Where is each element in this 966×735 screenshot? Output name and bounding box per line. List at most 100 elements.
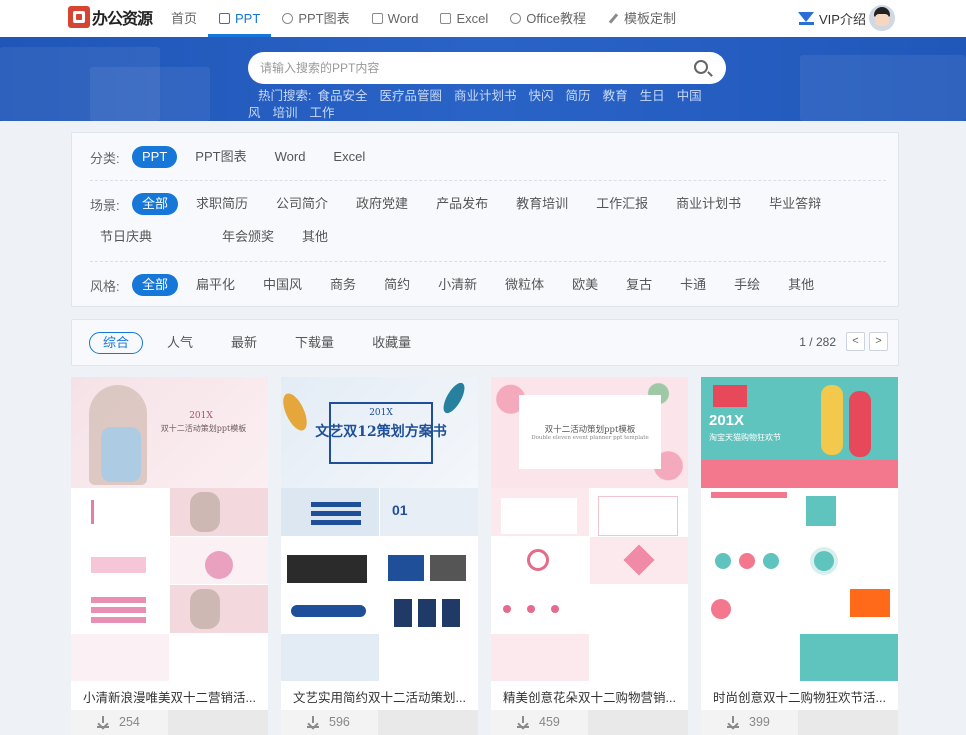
hot-term[interactable]: 生日 [640, 89, 665, 103]
scene-option[interactable]: 其他 [292, 226, 338, 248]
hot-term[interactable]: 食品安全 [317, 89, 367, 103]
scene-option[interactable]: 年会颁奖 [212, 226, 284, 248]
slide-preview [800, 536, 898, 584]
illustration-figure [849, 391, 871, 457]
slide-preview [491, 585, 589, 633]
page-indicator: 1 / 282 [799, 334, 836, 349]
nav-excel[interactable]: Excel [429, 0, 499, 37]
hot-term[interactable]: 工作 [310, 106, 335, 120]
hot-term[interactable]: 医疗品管圈 [380, 89, 443, 103]
slide-preview [491, 633, 589, 681]
nav-custom-template-label: 模板定制 [623, 11, 676, 26]
card-footer: 254 [71, 710, 268, 735]
sort-option[interactable]: 人气 [153, 332, 207, 354]
template-card[interactable]: 201X 淘宝天猫购物狂欢节 时尚创意双十二购物狂欢节活... 399 [701, 377, 898, 735]
scene-option[interactable]: 教育培训 [506, 193, 578, 215]
nav-office-tutorial[interactable]: Office教程 [499, 0, 597, 37]
scene-option[interactable]: 政府党建 [346, 193, 418, 215]
hot-term[interactable]: 培训 [273, 106, 298, 120]
template-title[interactable]: 精美创意花朵双十二购物营销... [503, 687, 678, 706]
scene-option[interactable]: 公司简介 [266, 193, 338, 215]
nav-ppt[interactable]: PPT [208, 0, 272, 37]
thumbnail-cover: 201X 文艺双12策划方案书 [281, 377, 478, 488]
style-option[interactable]: 扁平化 [186, 274, 245, 296]
scene-option[interactable]: 求职简历 [186, 193, 258, 215]
sort-options: 综合 人气 最新 下载量 收藏量 [89, 332, 435, 354]
slide-preview [590, 633, 688, 681]
style-option[interactable]: 欧美 [562, 274, 608, 296]
search-icon[interactable] [694, 60, 708, 74]
category-option[interactable]: PPT [132, 146, 178, 168]
hot-term[interactable]: 教育 [603, 89, 628, 103]
nav-ppt-chart-label: PPT图表 [298, 11, 350, 26]
scene-option[interactable]: 全部 [132, 193, 179, 215]
brand-logo[interactable]: 办公资源 [68, 5, 153, 29]
hot-term[interactable]: 商业计划书 [454, 89, 517, 103]
pagination: 1 / 282 < > [799, 332, 888, 351]
download-count: 254 [119, 715, 140, 729]
user-avatar[interactable] [869, 5, 895, 31]
footer-panel [378, 710, 478, 735]
style-option[interactable]: 商务 [320, 274, 366, 296]
template-thumbnail[interactable]: 201X 淘宝天猫购物狂欢节 [701, 377, 898, 681]
template-thumbnail[interactable]: 201X 双十二活动策划ppt模板 [71, 377, 268, 681]
scene-option[interactable]: 产品发布 [426, 193, 498, 215]
scene-option[interactable]: 工作汇报 [586, 193, 658, 215]
style-option[interactable]: 中国风 [253, 274, 312, 296]
vip-link[interactable]: VIP介绍 [798, 0, 866, 37]
scene-option[interactable]: 商业计划书 [666, 193, 751, 215]
style-option[interactable]: 小清新 [428, 274, 487, 296]
sort-option[interactable]: 综合 [89, 332, 144, 354]
style-option[interactable]: 复古 [616, 274, 662, 296]
scene-option[interactable]: 毕业答辩 [759, 193, 831, 215]
nav-home[interactable]: 首页 [160, 0, 208, 37]
slide-preview [590, 585, 688, 633]
template-title[interactable]: 时尚创意双十二购物狂欢节活... [713, 687, 888, 706]
ppt-icon [219, 13, 231, 24]
style-option[interactable]: 手绘 [724, 274, 770, 296]
template-title[interactable]: 文艺实用简约双十二活动策划... [293, 687, 468, 706]
download-icon [97, 716, 109, 728]
template-thumbnail[interactable]: 201X 文艺双12策划方案书 01 [281, 377, 478, 681]
download-icon [307, 716, 319, 728]
download-count: 459 [539, 715, 560, 729]
category-option[interactable]: PPT图表 [185, 146, 256, 168]
cover-heading: 201X [189, 411, 213, 421]
style-option[interactable]: 简约 [374, 274, 420, 296]
template-thumbnail[interactable]: 双十二活动策划ppt模板 Double eleven event planner… [491, 377, 688, 681]
scene-option[interactable]: 节日庆典 [90, 226, 162, 248]
category-option[interactable]: Word [265, 146, 316, 168]
search-input[interactable] [260, 52, 680, 84]
template-title[interactable]: 小清新浪漫唯美双十二营销活... [83, 687, 258, 706]
nav-word[interactable]: Word [361, 0, 430, 37]
style-option[interactable]: 微粒体 [495, 274, 554, 296]
slide-preview [71, 585, 169, 633]
style-option[interactable]: 全部 [132, 274, 179, 296]
sort-option[interactable]: 收藏量 [358, 332, 425, 354]
cover-heading: 201X [709, 412, 745, 429]
slide-previews: 01 [281, 488, 478, 681]
cover-subtitle: 双十二活动策划ppt模板 [160, 424, 247, 433]
template-card[interactable]: 双十二活动策划ppt模板 Double eleven event planner… [491, 377, 688, 735]
category-option[interactable]: Excel [323, 146, 375, 168]
sort-option[interactable]: 下载量 [281, 332, 348, 354]
nav-home-label: 首页 [171, 11, 198, 26]
search-banner: 热门搜索:食品安全医疗品管圈商业计划书快闪简历教育生日中国风培训工作 [0, 37, 966, 121]
card-footer: 399 [701, 710, 898, 735]
slide-preview [590, 536, 688, 584]
sort-option[interactable]: 最新 [217, 332, 271, 354]
template-card[interactable]: 201X 文艺双12策划方案书 01 文艺实用简约双十二活动策划... 596 [281, 377, 478, 735]
style-option[interactable]: 卡通 [670, 274, 716, 296]
hot-term[interactable]: 简历 [566, 89, 591, 103]
nav-ppt-chart[interactable]: PPT图表 [271, 0, 360, 37]
style-option[interactable]: 其他 [778, 274, 824, 296]
slide-preview [281, 585, 379, 633]
hot-term[interactable]: 快闪 [529, 89, 554, 103]
template-card[interactable]: 201X 双十二活动策划ppt模板 小清新浪漫唯美双十二营销活... 254 [71, 377, 268, 735]
nav-custom-template[interactable]: 模板定制 [597, 0, 687, 37]
footer-panel [168, 710, 268, 735]
hot-search-label: 热门搜索: [258, 89, 312, 103]
prev-page-button[interactable]: < [846, 332, 865, 351]
footer-panel [588, 710, 688, 735]
next-page-button[interactable]: > [869, 332, 888, 351]
